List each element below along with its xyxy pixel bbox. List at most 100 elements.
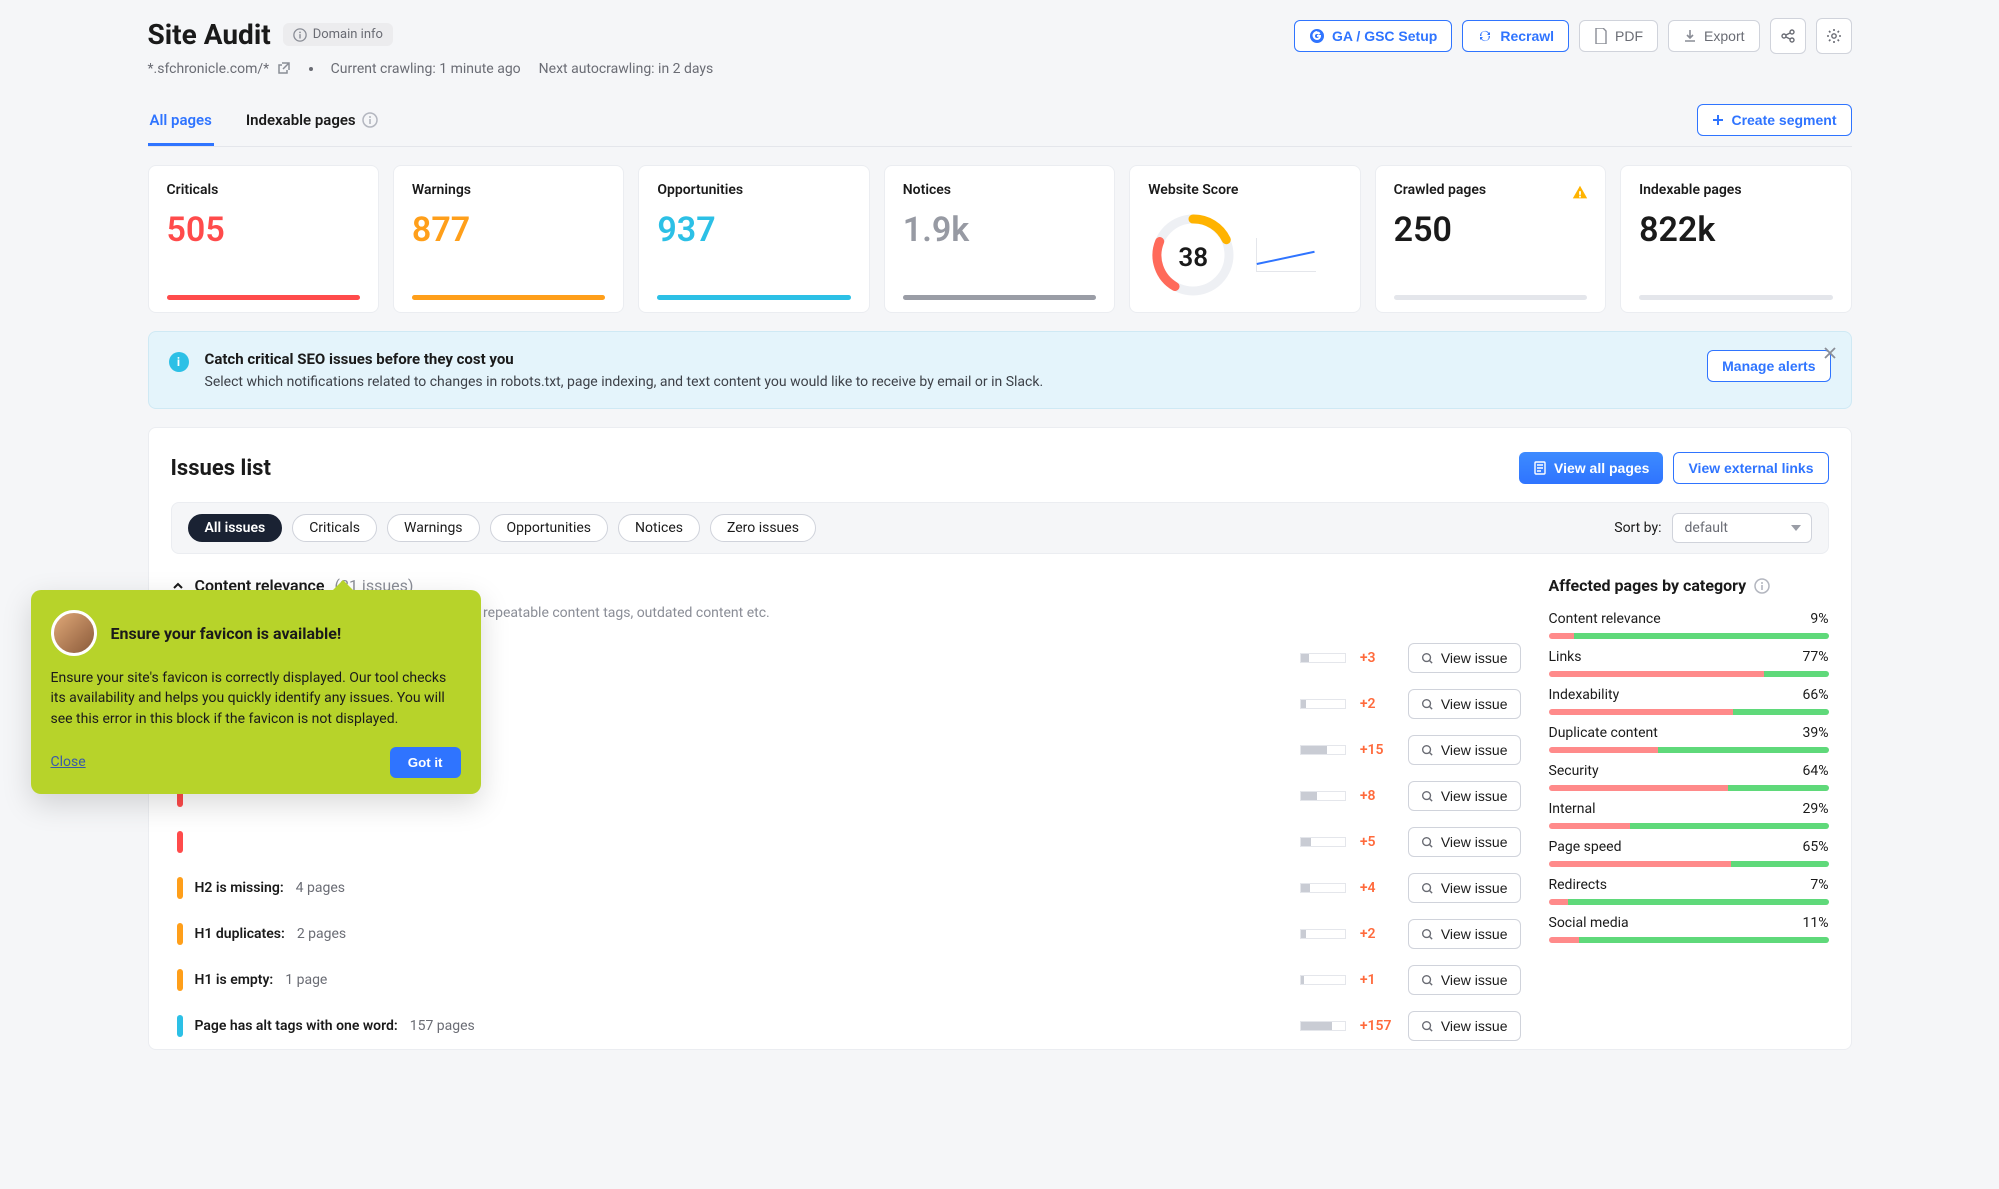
category-pct: 7% [1810, 877, 1828, 893]
category-row[interactable]: Internal29% [1549, 801, 1829, 829]
category-row[interactable]: Social media11% [1549, 915, 1829, 943]
view-issue-button[interactable]: View issue [1408, 643, 1521, 673]
severity-indicator [177, 831, 183, 853]
category-name: Links [1549, 649, 1582, 665]
crawling-status: Current crawling: 1 minute ago [331, 61, 521, 77]
filter-pill-notices[interactable]: Notices [618, 514, 700, 542]
tooltip-title: Ensure your favicon is available! [111, 624, 342, 643]
google-icon [1309, 28, 1325, 44]
search-icon [1421, 698, 1434, 711]
search-icon [1421, 836, 1434, 849]
external-link-icon [277, 61, 291, 75]
issue-row: H1 is empty: 1 page +1 View issue [171, 957, 1521, 1003]
category-name: Duplicate content [1549, 725, 1658, 741]
domain-text[interactable]: *.sfchronicle.com/* [148, 61, 270, 77]
issue-name: H2 is missing: [195, 880, 284, 896]
filter-pill-zero-issues[interactable]: Zero issues [710, 514, 816, 542]
category-row[interactable]: Indexability66% [1549, 687, 1829, 715]
tab-all-pages[interactable]: All pages [148, 101, 214, 146]
issue-pages: 2 pages [297, 926, 346, 942]
filter-pill-warnings[interactable]: Warnings [387, 514, 480, 542]
domain-info-chip[interactable]: Domain info [283, 23, 393, 46]
delta: +2 [1360, 926, 1394, 942]
delta: +1 [1360, 972, 1394, 988]
category-name: Social media [1549, 915, 1629, 931]
severity-indicator [177, 1015, 183, 1037]
view-issue-button[interactable]: View issue [1408, 827, 1521, 857]
next-crawling: Next autocrawling: in 2 days [539, 61, 714, 77]
category-bar [1549, 709, 1829, 715]
domain-info-label: Domain info [313, 27, 383, 42]
share-icon [1780, 28, 1796, 44]
search-icon [1421, 974, 1434, 987]
manage-alerts-button[interactable]: Manage alerts [1707, 350, 1830, 382]
mini-bar [1300, 883, 1346, 893]
mini-bar [1300, 653, 1346, 663]
card-crawled-pages[interactable]: Crawled pages 250 [1375, 165, 1606, 313]
category-row[interactable]: Content relevance9% [1549, 611, 1829, 639]
filter-pill-all-issues[interactable]: All issues [188, 514, 283, 542]
view-issue-button[interactable]: View issue [1408, 873, 1521, 903]
filter-pill-criticals[interactable]: Criticals [292, 514, 377, 542]
view-issue-button[interactable]: View issue [1408, 781, 1521, 811]
category-row[interactable]: Redirects7% [1549, 877, 1829, 905]
delta: +3 [1360, 650, 1394, 666]
search-icon [1421, 1020, 1434, 1033]
filter-pill-opportunities[interactable]: Opportunities [490, 514, 609, 542]
ga-gsc-setup-button[interactable]: GA / GSC Setup [1294, 20, 1452, 52]
category-row[interactable]: Page speed65% [1549, 839, 1829, 867]
tab-indexable-pages[interactable]: Indexable pages [244, 101, 380, 146]
view-issue-button[interactable]: View issue [1408, 965, 1521, 995]
view-issue-button[interactable]: View issue [1408, 919, 1521, 949]
search-icon [1421, 744, 1434, 757]
share-button[interactable] [1770, 18, 1806, 54]
card-website-score[interactable]: Website Score 38 [1129, 165, 1360, 313]
tooltip-close-link[interactable]: Close [51, 754, 86, 770]
mini-bar [1300, 1021, 1346, 1031]
pdf-button[interactable]: PDF [1579, 20, 1658, 52]
view-issue-button[interactable]: View issue [1408, 689, 1521, 719]
recrawl-button[interactable]: Recrawl [1462, 20, 1569, 52]
category-pct: 64% [1803, 763, 1829, 779]
delta: +8 [1360, 788, 1394, 804]
category-pct: 29% [1803, 801, 1829, 817]
card-notices[interactable]: Notices 1.9k [884, 165, 1115, 313]
view-all-pages-button[interactable]: View all pages [1519, 452, 1663, 484]
close-banner-button[interactable] [1823, 346, 1837, 360]
warning-icon [1571, 184, 1589, 202]
category-pct: 77% [1803, 649, 1829, 665]
download-icon [1683, 29, 1697, 43]
delta: +5 [1360, 834, 1394, 850]
card-opportunities[interactable]: Opportunities 937 [638, 165, 869, 313]
issue-row: +5 View issue [171, 819, 1521, 865]
create-segment-button[interactable]: Create segment [1697, 104, 1851, 136]
view-external-links-button[interactable]: View external links [1673, 452, 1828, 484]
delta: +2 [1360, 696, 1394, 712]
mini-bar [1300, 975, 1346, 985]
view-issue-button[interactable]: View issue [1408, 735, 1521, 765]
category-pct: 9% [1810, 611, 1828, 627]
tooltip-gotit-button[interactable]: Got it [390, 747, 461, 778]
view-issue-button[interactable]: View issue [1408, 1011, 1521, 1041]
mini-bar [1300, 791, 1346, 801]
issue-name: H1 is empty: [195, 972, 274, 988]
export-button[interactable]: Export [1668, 20, 1759, 52]
category-row[interactable]: Duplicate content39% [1549, 725, 1829, 753]
category-bar [1549, 633, 1829, 639]
settings-button[interactable] [1816, 18, 1852, 54]
issue-pages: 157 pages [410, 1018, 475, 1034]
refresh-icon [1477, 28, 1493, 44]
gear-icon [1826, 28, 1842, 44]
card-warnings[interactable]: Warnings 877 [393, 165, 624, 313]
document-icon [1533, 461, 1547, 475]
category-row[interactable]: Links 77% [1549, 649, 1829, 677]
category-row[interactable]: Security 64% [1549, 763, 1829, 791]
category-bar [1549, 937, 1829, 943]
sort-select[interactable]: default [1672, 513, 1812, 543]
category-name: Page speed [1549, 839, 1622, 855]
card-criticals[interactable]: Criticals 505 [148, 165, 379, 313]
issue-pages: 1 page [285, 972, 327, 988]
card-indexable-pages[interactable]: Indexable pages 822k [1620, 165, 1851, 313]
category-name: Security [1549, 763, 1599, 779]
pdf-icon [1594, 28, 1608, 44]
